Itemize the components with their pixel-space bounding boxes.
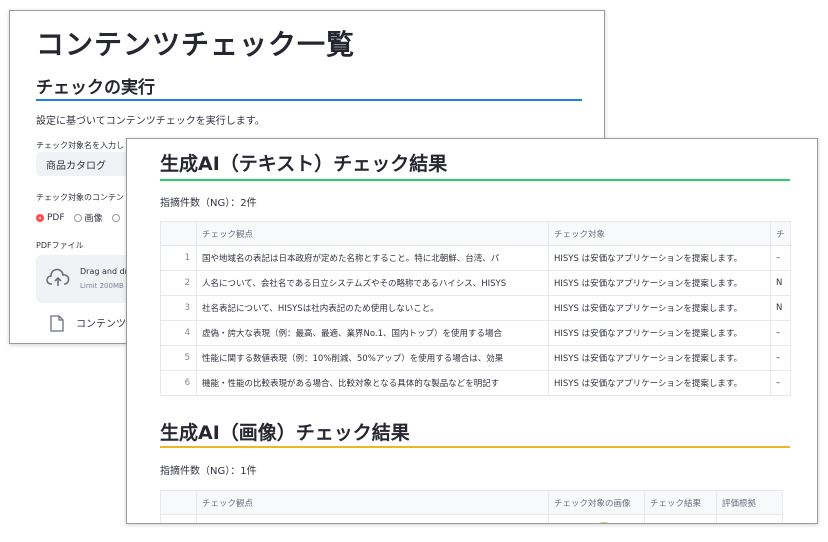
table-row[interactable]: 3 社名表記について、HISYSは社内表記のため使用しないこと。 HISYS は…: [160, 295, 791, 321]
result-cell: [644, 514, 717, 523]
result-cell: N: [770, 270, 791, 296]
uploaded-file-label: コンテンツ: [76, 319, 126, 330]
table-row[interactable]: [160, 514, 783, 523]
front-window: 生成AI（テキスト）チェック結果 指摘件数（NG）：2件 チェック観点 チェック…: [126, 138, 818, 524]
row-index: [160, 514, 197, 523]
result-cell: –: [770, 345, 791, 371]
section-title: チェックの実行: [36, 78, 155, 98]
text-check-title: 生成AI（テキスト）チェック結果: [160, 153, 448, 175]
row-index: 5: [160, 345, 197, 371]
row-index: 6: [160, 370, 197, 396]
target-cell: HISYS は安価なアプリケーションを提案します。: [548, 370, 771, 396]
row-index: 1: [160, 245, 197, 271]
cloud-upload-icon: [46, 268, 70, 286]
reason-cell: [716, 514, 783, 523]
image-check-divider: [160, 446, 790, 448]
radio-unselected-icon: [73, 213, 82, 222]
content-type-label: チェック対象のコンテン: [36, 193, 124, 202]
image-check-count: 指摘件数（NG）：1件: [160, 466, 257, 477]
image-cell: [548, 514, 645, 523]
table-header-row: チェック観点 チェック対象の画像 チェック結果 評価根拠: [160, 490, 783, 515]
row-index: 2: [160, 270, 197, 296]
column-header[interactable]: チ: [770, 221, 791, 246]
section-description: 設定に基づいてコンテンツチェックを実行します。: [36, 116, 265, 127]
table-row[interactable]: 2 人名について、会社名である日立システムズやその略称であるハイシス、HISYS…: [160, 270, 791, 296]
table-row[interactable]: 4 虚偽・誇大な表現（例：最高、最適、業界No.1、国内トップ）を使用する場合 …: [160, 320, 791, 346]
target-cell: HISYS は安価なアプリケーションを提案します。: [548, 295, 771, 321]
target-cell: HISYS は安価なアプリケーションを提案します。: [548, 270, 771, 296]
viewpoint-cell: [196, 514, 549, 523]
section-divider: [36, 99, 582, 101]
target-cell: HISYS は安価なアプリケーションを提案します。: [548, 320, 771, 346]
content-type-radio-group: PDF 画像: [36, 211, 120, 224]
column-header[interactable]: チェック対象: [548, 221, 771, 246]
column-header[interactable]: チェック結果: [644, 490, 717, 515]
radio-unselected-icon[interactable]: [111, 213, 120, 222]
table-row[interactable]: 5 性能に関する数値表現（例：10%削減、50%アップ）を使用する場合は、効果 …: [160, 345, 791, 371]
radio-image[interactable]: 画像: [73, 211, 103, 224]
viewpoint-cell: 社名表記について、HISYSは社内表記のため使用しないこと。: [196, 295, 549, 321]
viewpoint-cell: 機能・性能の比較表現がある場合、比較対象となる具体的な製品などを明記す: [196, 370, 549, 396]
file-icon: [50, 315, 64, 332]
column-header[interactable]: チェック観点: [196, 490, 549, 515]
viewpoint-cell: 性能に関する数値表現（例：10%削減、50%アップ）を使用する場合は、効果: [196, 345, 549, 371]
image-check-title: 生成AI（画像）チェック結果: [160, 422, 410, 444]
text-check-count: 指摘件数（NG）：2件: [160, 198, 257, 209]
image-thumbnail-icon[interactable]: [600, 521, 608, 523]
target-name-label: チェック対象名を入力し: [36, 141, 124, 150]
pdf-file-label: PDFファイル: [36, 241, 84, 250]
dropzone-limit: Limit 200MB: [80, 282, 124, 290]
column-header[interactable]: チェック対象の画像: [548, 490, 645, 515]
table-row[interactable]: 6 機能・性能の比較表現がある場合、比較対象となる具体的な製品などを明記す HI…: [160, 370, 791, 396]
row-index: 4: [160, 320, 197, 346]
table-header-row: チェック観点 チェック対象 チ: [160, 221, 791, 246]
target-cell: HISYS は安価なアプリケーションを提案します。: [548, 345, 771, 371]
radio-selected-icon: [36, 213, 44, 222]
dropzone-title: Drag and dr: [80, 267, 128, 276]
table-row[interactable]: 1 国や地域名の表記は日本政府が定めた名称とすること。特に北朝鮮、台湾、パ HI…: [160, 245, 791, 271]
viewpoint-cell: 虚偽・誇大な表現（例：最高、最適、業界No.1、国内トップ）を使用する場合: [196, 320, 549, 346]
text-check-divider: [160, 179, 790, 181]
column-header[interactable]: チェック観点: [196, 221, 549, 246]
result-cell: –: [770, 370, 791, 396]
text-check-table[interactable]: チェック観点 チェック対象 チ 1 国や地域名の表記は日本政府が定めた名称とする…: [160, 221, 791, 396]
column-header[interactable]: 評価根拠: [716, 490, 783, 515]
page-title: コンテンツチェック一覧: [36, 28, 356, 61]
image-check-table[interactable]: チェック観点 チェック対象の画像 チェック結果 評価根拠: [160, 490, 783, 523]
result-cell: –: [770, 245, 791, 271]
viewpoint-cell: 人名について、会社名である日立システムズやその略称であるハイシス、HISYS: [196, 270, 549, 296]
radio-pdf-label: PDF: [47, 212, 65, 223]
target-cell: HISYS は安価なアプリケーションを提案します。: [548, 245, 771, 271]
result-cell: N: [770, 295, 791, 321]
index-header: [160, 490, 197, 515]
result-cell: –: [770, 320, 791, 346]
viewpoint-cell: 国や地域名の表記は日本政府が定めた名称とすること。特に北朝鮮、台湾、パ: [196, 245, 549, 271]
row-index: 3: [160, 295, 197, 321]
radio-image-label: 画像: [84, 214, 103, 224]
radio-pdf[interactable]: PDF: [36, 213, 65, 223]
index-header: [160, 221, 197, 246]
